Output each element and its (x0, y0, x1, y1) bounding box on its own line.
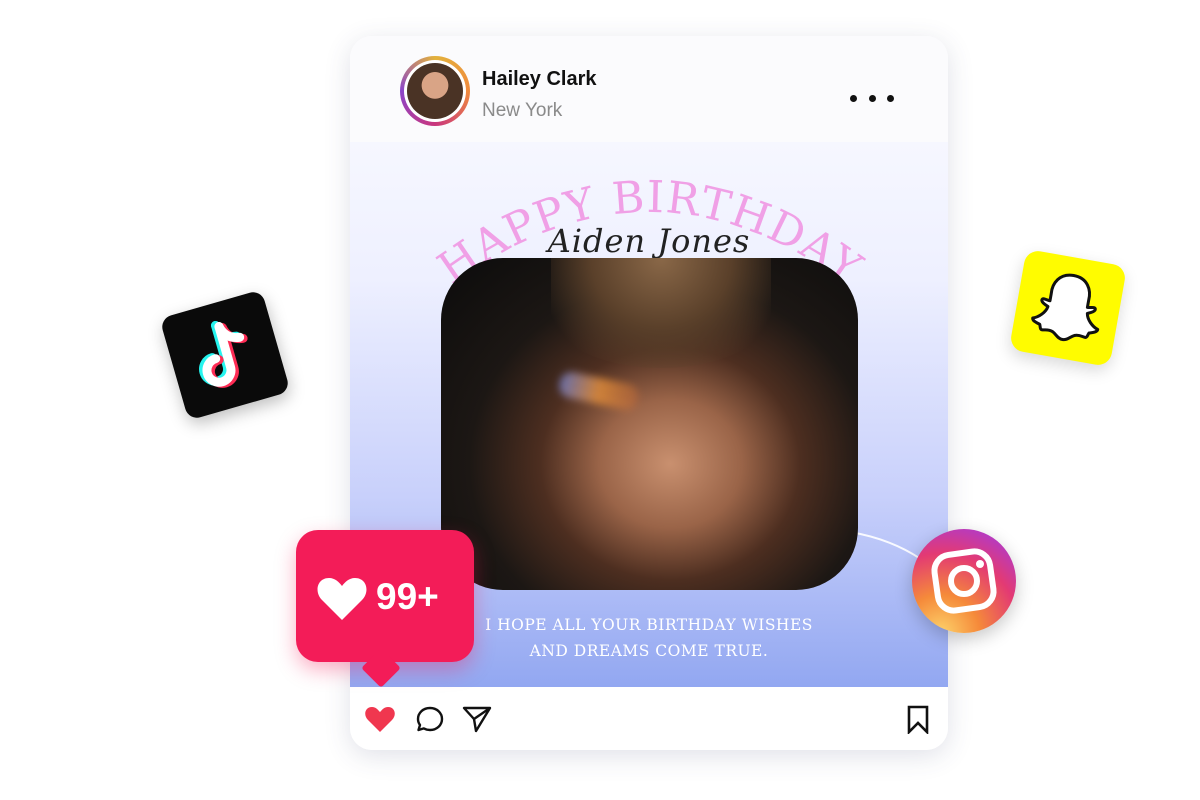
portrait-hair (551, 258, 771, 368)
comment-icon[interactable] (414, 704, 446, 734)
snapchat-logo-icon (1008, 248, 1128, 368)
avatar-ring-inner (404, 60, 466, 122)
post-header: Hailey Clark New York (350, 36, 948, 142)
more-dot (868, 94, 876, 102)
author-avatar[interactable] (400, 56, 470, 126)
portrait-light-streak (557, 369, 641, 413)
portrait-photo (441, 258, 858, 590)
stage: Hailey Clark New York HAPPY BIRTHDAY Aid… (0, 0, 1200, 800)
bookmark-icon[interactable] (902, 704, 934, 734)
snapchat-ghost-glyph (1031, 273, 1100, 342)
like-count: 99+ (376, 576, 439, 617)
more-dot (850, 94, 857, 102)
author-location[interactable]: New York (482, 100, 562, 122)
tiktok-logo-icon (159, 289, 291, 421)
more-dot (887, 94, 894, 102)
instagram-camera-glyph (931, 548, 997, 614)
more-options-icon[interactable] (850, 88, 894, 108)
send-icon[interactable] (461, 704, 493, 734)
recipient-name: Aiden Jones (547, 222, 751, 260)
tiktok-note-glyph (199, 320, 248, 388)
avatar-photo (407, 63, 463, 119)
post-action-bar (350, 687, 948, 750)
like-notification-badge: 99+ (296, 530, 474, 688)
badge-heart-icon (317, 578, 367, 620)
instagram-logo-icon (912, 529, 1016, 633)
heart-icon[interactable] (364, 704, 396, 734)
author-name[interactable]: Hailey Clark (482, 68, 597, 91)
